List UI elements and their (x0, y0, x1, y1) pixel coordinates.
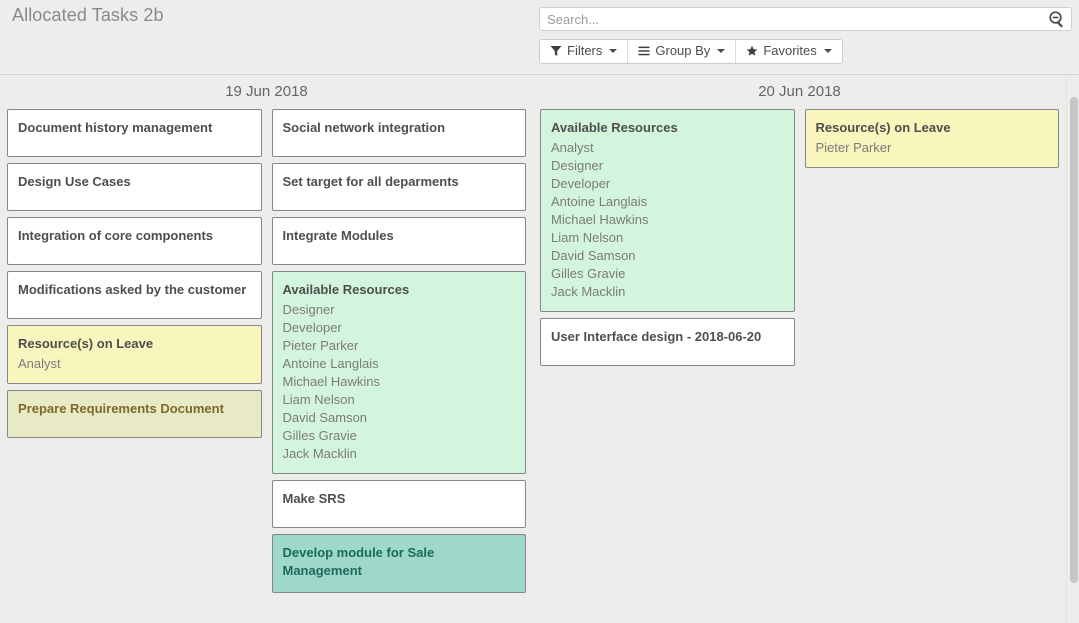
task-card-line: Michael Hawkins (283, 373, 516, 391)
task-card-line: Liam Nelson (283, 391, 516, 409)
task-card-title: Make SRS (283, 490, 516, 508)
filters-button[interactable]: Filters (540, 40, 627, 63)
task-card-title: Design Use Cases (18, 173, 251, 191)
task-card[interactable]: Prepare Requirements Document (7, 390, 262, 438)
scrollbar-thumb[interactable] (1070, 97, 1078, 583)
task-card-line: David Samson (551, 247, 784, 265)
favorites-button[interactable]: Favorites (735, 40, 841, 63)
page-header: Allocated Tasks 2b Filters (0, 0, 1079, 75)
vertical-scrollbar[interactable] (1066, 75, 1079, 623)
favorites-button-label: Favorites (763, 44, 816, 58)
task-card-title: Document history management (18, 119, 251, 137)
day-column: 20 Jun 2018 Available Resources AnalystDes… (533, 75, 1066, 623)
task-card[interactable]: User Interface design - 2018-06-20 (540, 318, 795, 366)
task-card-title: Available Resources (551, 119, 784, 137)
task-card-line: Developer (283, 319, 516, 337)
task-card-line: Antoine Langlais (283, 355, 516, 373)
page-title: Allocated Tasks 2b (12, 5, 164, 26)
list-icon (638, 45, 650, 57)
filter-icon (550, 45, 562, 57)
task-slot: Document history management Design Use Ca… (0, 109, 267, 599)
search-bar[interactable] (539, 7, 1072, 31)
task-card[interactable]: Available Resources DesignerDeveloperPiet… (272, 271, 527, 474)
task-card-title: Available Resources (283, 281, 516, 299)
task-card-title: User Interface design - 2018-06-20 (551, 328, 784, 346)
task-card-line: Antoine Langlais (551, 193, 784, 211)
task-card[interactable]: Resource(s) on Leave Pieter Parker (805, 109, 1060, 168)
task-card-line: Pieter Parker (816, 139, 1049, 157)
day-column: 19 Jun 2018 Document history management De… (0, 75, 533, 623)
task-card-line: Jack Macklin (551, 283, 784, 301)
task-card[interactable]: Integrate Modules (272, 217, 527, 265)
chevron-down-icon (824, 49, 832, 53)
task-card-line: Gilles Gravie (551, 265, 784, 283)
search-input[interactable] (540, 8, 1071, 30)
task-card-line: David Samson (283, 409, 516, 427)
filters-button-label: Filters (567, 44, 602, 58)
search-minus-icon[interactable] (1048, 10, 1066, 28)
task-card-line: Developer (551, 175, 784, 193)
task-card[interactable]: Develop module for Sale Management (272, 534, 527, 593)
task-card[interactable]: Design Use Cases (7, 163, 262, 211)
control-panel: Filters Group By Favorites (539, 7, 1072, 64)
task-card-title: Set target for all deparments (283, 173, 516, 191)
group-by-button[interactable]: Group By (627, 40, 735, 63)
task-card-line: Jack Macklin (283, 445, 516, 463)
calendar-body: 19 Jun 2018 Document history management De… (0, 75, 1079, 623)
filter-button-group: Filters Group By Favorites (539, 39, 843, 64)
task-slot: Social network integration Set target for… (267, 109, 534, 599)
task-card-title: Integration of core components (18, 227, 251, 245)
day-header-date: 19 Jun 2018 (0, 75, 533, 109)
star-icon (746, 45, 758, 57)
task-card[interactable]: Resource(s) on Leave Analyst (7, 325, 262, 384)
day-slot-row: Document history management Design Use Ca… (0, 109, 533, 599)
task-card[interactable]: Make SRS (272, 480, 527, 528)
task-card[interactable]: Set target for all deparments (272, 163, 527, 211)
chevron-down-icon (609, 49, 617, 53)
task-card-line: Analyst (551, 139, 784, 157)
day-columns: 19 Jun 2018 Document history management De… (0, 75, 1066, 623)
task-card-line: Designer (551, 157, 784, 175)
task-card-title: Integrate Modules (283, 227, 516, 245)
chevron-down-icon (717, 49, 725, 53)
task-card-line: Analyst (18, 355, 251, 373)
task-card[interactable]: Document history management (7, 109, 262, 157)
task-card-line: Michael Hawkins (551, 211, 784, 229)
task-card[interactable]: Available Resources AnalystDesignerDevelo… (540, 109, 795, 312)
task-card-line: Liam Nelson (551, 229, 784, 247)
task-card-line: Designer (283, 301, 516, 319)
task-card-title: Prepare Requirements Document (18, 400, 251, 418)
task-slot: Resource(s) on Leave Pieter Parker (800, 109, 1067, 372)
task-card-line: Pieter Parker (283, 337, 516, 355)
task-card[interactable]: Integration of core components (7, 217, 262, 265)
task-card-line: Gilles Gravie (283, 427, 516, 445)
day-slot-row: Available Resources AnalystDesignerDevelo… (533, 109, 1066, 372)
task-card-title: Resource(s) on Leave (18, 335, 251, 353)
task-card-title: Modifications asked by the customer (18, 281, 251, 299)
task-card-title: Resource(s) on Leave (816, 119, 1049, 137)
task-card-title: Develop module for Sale Management (283, 544, 516, 580)
task-card[interactable]: Modifications asked by the customer (7, 271, 262, 319)
task-card-title: Social network integration (283, 119, 516, 137)
group-by-button-label: Group By (655, 44, 710, 58)
task-slot: Available Resources AnalystDesignerDevelo… (533, 109, 800, 372)
day-header-date: 20 Jun 2018 (533, 75, 1066, 109)
task-card[interactable]: Social network integration (272, 109, 527, 157)
